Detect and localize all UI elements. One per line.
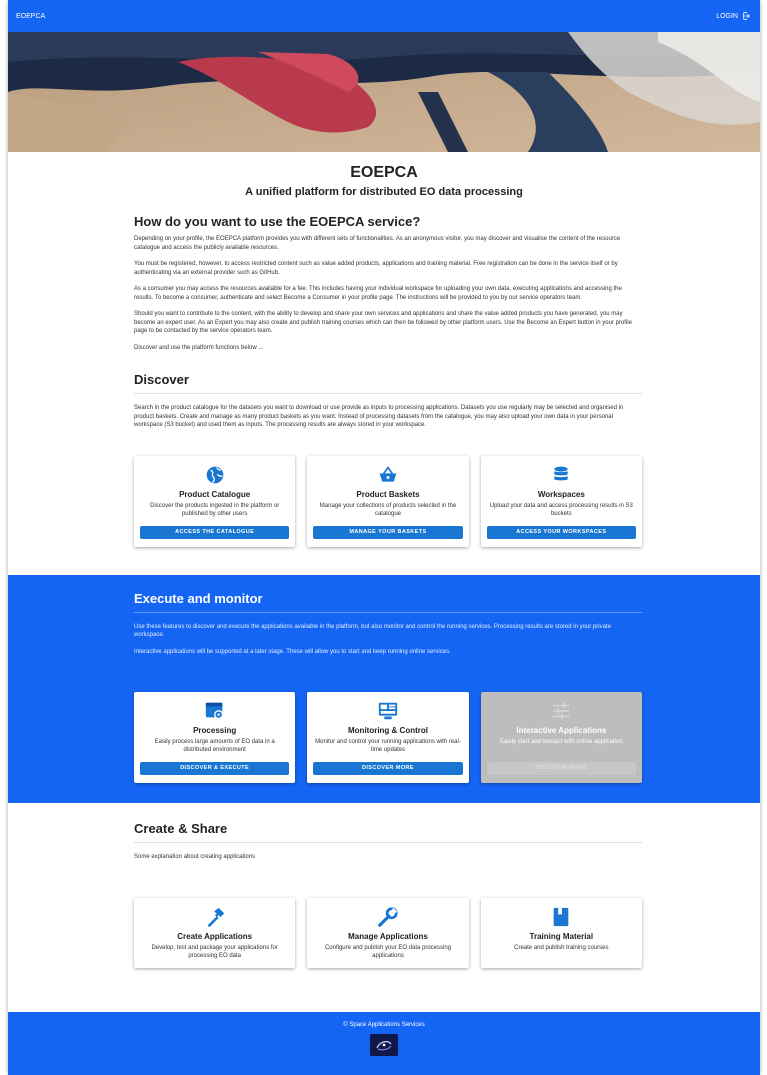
create-applications-card[interactable]: Create Applications Develop, test and pa… bbox=[134, 897, 296, 968]
divider bbox=[134, 393, 642, 394]
execute-cards: Processing Easily process large amounts … bbox=[134, 692, 642, 783]
card-title: Product Catalogue bbox=[179, 489, 251, 499]
copyright-text: © Space Applications Services bbox=[343, 1022, 425, 1028]
page-title: EOEPCA bbox=[350, 164, 418, 181]
sliders-icon bbox=[553, 702, 570, 720]
intro-paragraph: Should you want to contribute to the con… bbox=[134, 311, 632, 334]
brand-title[interactable]: EOEPCA bbox=[16, 13, 45, 20]
card-description: Upload your data and access processing r… bbox=[489, 502, 633, 517]
page-subtitle: A unified platform for distributed EO da… bbox=[245, 186, 523, 198]
discover-cards: Product Catalogue Discover the products … bbox=[134, 455, 642, 547]
card-title: Monitoring & Control bbox=[348, 726, 428, 735]
intro-section: How do you want to use the EOEPCA servic… bbox=[8, 198, 760, 352]
monitor-dashboard-icon bbox=[378, 702, 398, 720]
card-title: Manage Applications bbox=[348, 931, 428, 941]
manage-baskets-button[interactable]: MANAGE YOUR BASKETS bbox=[313, 525, 463, 539]
intro-paragraph: You must be registered, however, to acce… bbox=[134, 261, 618, 276]
create-heading: Create & Share bbox=[134, 821, 228, 836]
divider bbox=[134, 842, 642, 843]
card-title: Workspaces bbox=[537, 489, 585, 499]
login-label: LOGIN bbox=[716, 12, 738, 20]
page-header: EOEPCA A unified platform for distribute… bbox=[8, 152, 760, 198]
footer: © Space Applications Services bbox=[8, 1012, 760, 1075]
access-workspaces-button[interactable]: ACCESS YOUR WORKSPACES bbox=[486, 525, 636, 539]
card-description: Create and publish training courses bbox=[514, 944, 609, 951]
page: EOEPCA LOGIN EOEPCA A unified platform f… bbox=[8, 0, 760, 1075]
interactive-applications-card: Interactive Applications Easily start an… bbox=[480, 692, 642, 783]
card-title: Processing bbox=[193, 726, 237, 735]
card-description: Manage your collections of products sele… bbox=[319, 502, 457, 517]
card-title: Interactive Applications bbox=[516, 726, 607, 735]
book-icon bbox=[553, 907, 569, 926]
divider bbox=[134, 611, 642, 613]
discover-more-button-disabled: DISCOVER MORE bbox=[486, 762, 636, 775]
create-text: Some explanation about creating applicat… bbox=[134, 854, 256, 860]
execute-heading: Execute and monitor bbox=[134, 590, 263, 606]
logo-swirl-icon bbox=[376, 1041, 392, 1051]
monitoring-control-card: Monitoring & Control Monitor and control… bbox=[307, 692, 469, 783]
execute-paragraph: Use these features to discover and execu… bbox=[134, 623, 611, 639]
workspaces-card: Workspaces Upload your data and access p… bbox=[480, 455, 642, 547]
product-catalogue-card: Product Catalogue Discover the products … bbox=[134, 455, 296, 547]
discover-more-button[interactable]: DISCOVER MORE bbox=[313, 762, 463, 775]
card-description: Configure and publish your EO data proce… bbox=[324, 944, 452, 959]
card-title: Create Applications bbox=[177, 931, 253, 941]
create-cards: Create Applications Develop, test and pa… bbox=[134, 897, 642, 968]
product-baskets-card: Product Baskets Manage your collections … bbox=[307, 455, 469, 547]
training-material-card[interactable]: Training Material Create and publish tra… bbox=[480, 897, 642, 968]
login-icon bbox=[743, 12, 750, 20]
settings-window-icon bbox=[205, 702, 223, 720]
processing-card: Processing Easily process large amounts … bbox=[134, 692, 296, 783]
company-logo bbox=[370, 1034, 398, 1056]
hero-satellite-image bbox=[8, 32, 760, 152]
card-description: Develop, test and package your applicati… bbox=[151, 944, 278, 959]
discover-text: Search in the product catalogue for the … bbox=[134, 405, 624, 428]
card-description: Easily process large amounts of EO data … bbox=[154, 739, 275, 753]
hammer-icon bbox=[207, 907, 224, 927]
discover-execute-button[interactable]: DISCOVER & EXECUTE bbox=[140, 762, 290, 775]
card-description: Monitor and control your running applica… bbox=[315, 739, 461, 753]
discover-heading: Discover bbox=[134, 372, 189, 387]
card-description: Discover the products ingested in the pl… bbox=[150, 502, 280, 517]
top-app-bar: EOEPCA LOGIN bbox=[8, 0, 760, 32]
manage-applications-card[interactable]: Manage Applications Configure and publis… bbox=[307, 897, 469, 968]
intro-paragraph: Discover and use the platform functions … bbox=[134, 344, 264, 351]
intro-paragraph: Depending on your profile, the EOEPCA pl… bbox=[134, 236, 621, 251]
wrench-icon bbox=[378, 906, 398, 927]
intro-heading: How do you want to use the EOEPCA servic… bbox=[134, 214, 421, 229]
execute-paragraph: Interactive applications will be support… bbox=[134, 648, 451, 655]
intro-paragraph: As a consumer you may access the resourc… bbox=[134, 286, 622, 301]
create-section: Create & Share Some explanation about cr… bbox=[8, 803, 760, 968]
card-title: Training Material bbox=[529, 931, 594, 941]
login-button[interactable]: LOGIN bbox=[716, 11, 752, 21]
database-icon bbox=[554, 466, 568, 480]
card-description: Easily start and interact with online ap… bbox=[499, 739, 623, 745]
discover-section: Discover Search in the product catalogue… bbox=[8, 360, 760, 547]
execute-section: Execute and monitor Use these features t… bbox=[8, 574, 760, 803]
basket-icon bbox=[379, 465, 397, 482]
access-catalogue-button[interactable]: ACCESS THE CATALOGUE bbox=[140, 525, 290, 539]
globe-icon bbox=[206, 466, 223, 483]
card-title: Product Baskets bbox=[356, 489, 420, 499]
